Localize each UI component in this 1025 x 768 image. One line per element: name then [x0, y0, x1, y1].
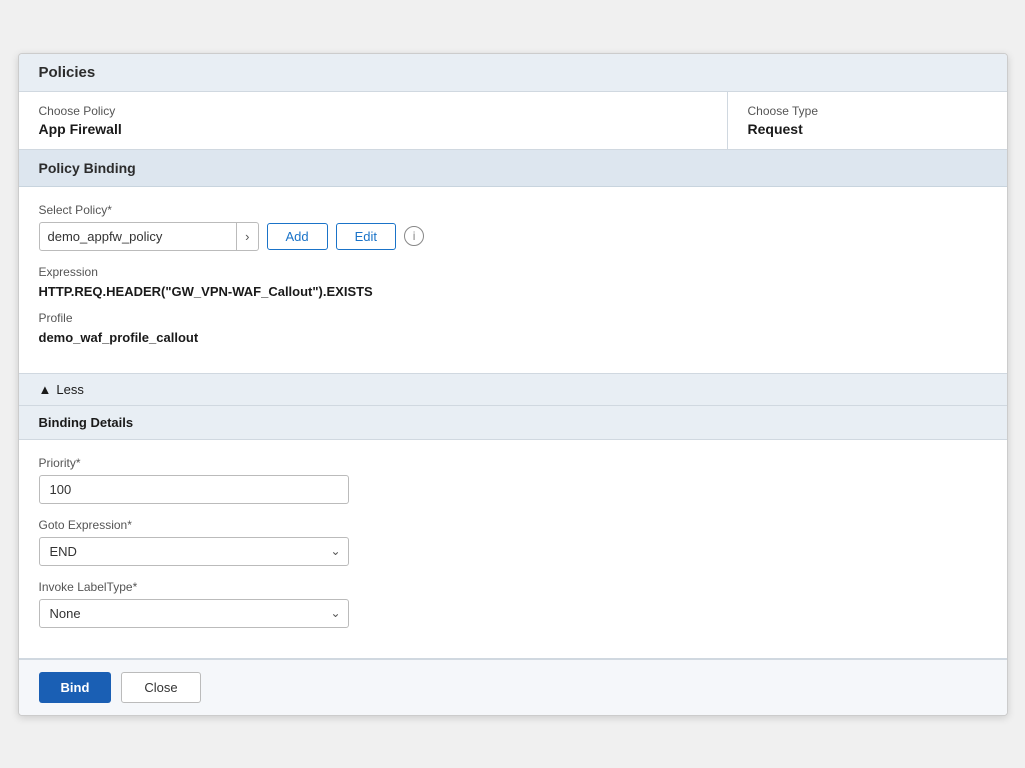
- priority-label: Priority*: [39, 456, 987, 470]
- choose-policy-value: App Firewall: [39, 121, 707, 137]
- policy-binding-form: Select Policy* › Add Edit i Expression H…: [19, 187, 1007, 374]
- add-label: Add: [286, 229, 309, 244]
- invoke-label: Invoke LabelType*: [39, 580, 987, 594]
- policy-binding-header: Policy Binding: [19, 150, 1007, 187]
- select-policy-input[interactable]: [40, 223, 237, 250]
- info-symbol: i: [413, 229, 416, 243]
- edit-label: Edit: [355, 229, 377, 244]
- binding-details-title: Binding Details: [39, 415, 134, 430]
- profile-group: Profile demo_waf_profile_callout: [39, 311, 987, 345]
- choose-type-value: Request: [748, 121, 987, 137]
- modal-container: Policies Choose Policy App Firewall Choo…: [18, 53, 1008, 716]
- choose-type-label: Choose Type: [748, 104, 987, 118]
- close-label: Close: [144, 680, 177, 695]
- policies-header: Policies: [19, 54, 1007, 92]
- expression-value: HTTP.REQ.HEADER("GW_VPN-WAF_Callout").EX…: [39, 284, 987, 299]
- profile-value: demo_waf_profile_callout: [39, 330, 987, 345]
- choose-policy-cell: Choose Policy App Firewall: [19, 92, 727, 149]
- expression-label: Expression: [39, 265, 987, 279]
- close-button[interactable]: Close: [121, 672, 200, 703]
- priority-field: Priority*: [39, 456, 987, 504]
- choose-row: Choose Policy App Firewall Choose Type R…: [19, 92, 1007, 150]
- add-button[interactable]: Add: [267, 223, 328, 250]
- select-policy-label: Select Policy*: [39, 203, 987, 217]
- footer: Bind Close: [19, 659, 1007, 715]
- goto-label: Goto Expression*: [39, 518, 987, 532]
- choose-type-cell: Choose Type Request: [727, 92, 1007, 149]
- edit-button[interactable]: Edit: [336, 223, 396, 250]
- goto-field: Goto Expression* END NEXT USE_INVOCATION…: [39, 518, 987, 566]
- profile-label: Profile: [39, 311, 987, 325]
- binding-details-header: Binding Details: [19, 406, 1007, 440]
- goto-select[interactable]: END NEXT USE_INVOCATION_RESULT: [39, 537, 349, 566]
- binding-details-form: Priority* Goto Expression* END NEXT USE_…: [19, 440, 1007, 659]
- bind-button[interactable]: Bind: [39, 672, 112, 703]
- invoke-label-type-field: Invoke LabelType* None reqvserver resvse…: [39, 580, 987, 628]
- policy-arrow-button[interactable]: ›: [236, 223, 257, 250]
- arrow-right-icon: ›: [245, 229, 249, 244]
- policies-title: Policies: [39, 64, 96, 81]
- policy-binding-title: Policy Binding: [39, 160, 136, 176]
- info-icon[interactable]: i: [404, 226, 424, 246]
- goto-select-wrapper: END NEXT USE_INVOCATION_RESULT ⌄: [39, 537, 349, 566]
- triangle-up-icon: ▲: [39, 382, 52, 397]
- invoke-select-wrapper: None reqvserver resvserver policylabel ⌄: [39, 599, 349, 628]
- less-bar[interactable]: ▲ Less: [19, 374, 1007, 406]
- bind-label: Bind: [61, 680, 90, 695]
- select-policy-row: › Add Edit i: [39, 222, 987, 251]
- expression-group: Expression HTTP.REQ.HEADER("GW_VPN-WAF_C…: [39, 265, 987, 299]
- policy-input-wrapper: ›: [39, 222, 259, 251]
- priority-input[interactable]: [39, 475, 349, 504]
- choose-policy-label: Choose Policy: [39, 104, 707, 118]
- invoke-select[interactable]: None reqvserver resvserver policylabel: [39, 599, 349, 628]
- less-label: Less: [56, 382, 83, 397]
